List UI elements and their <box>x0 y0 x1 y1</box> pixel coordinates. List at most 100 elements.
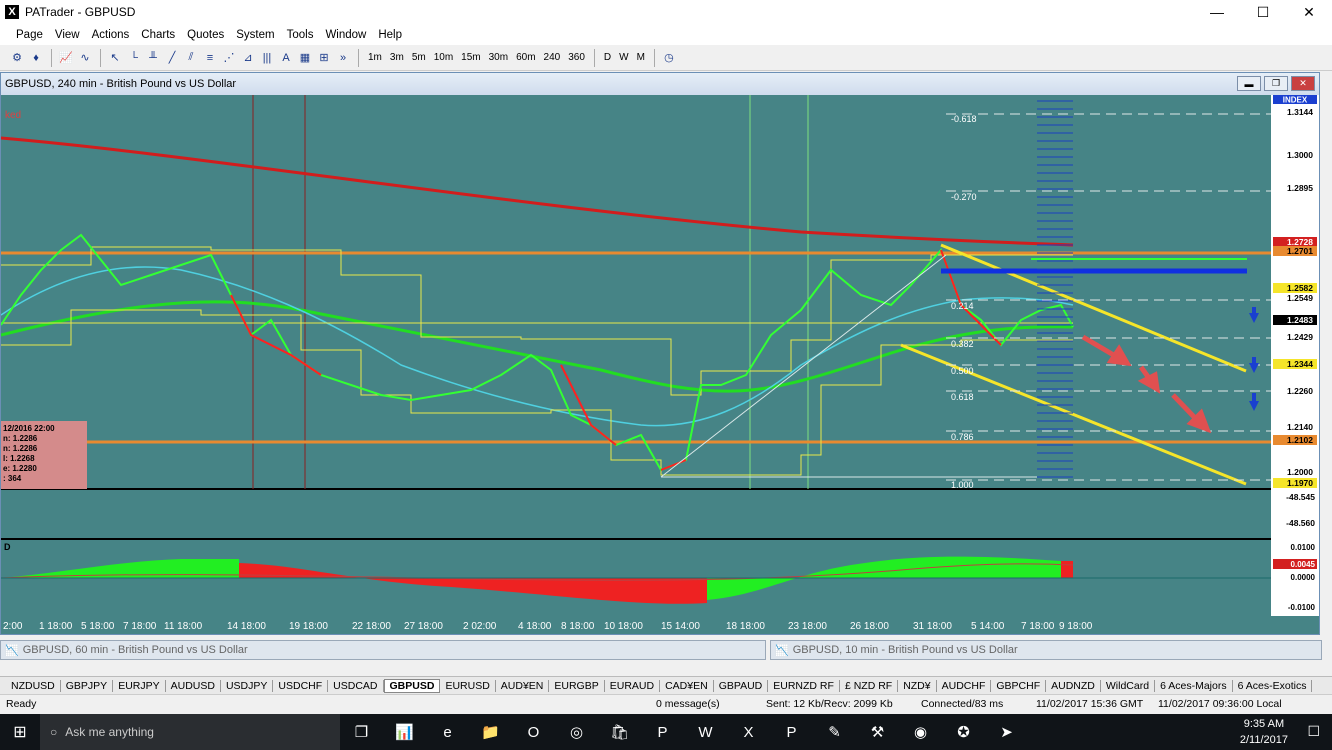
symbol-tab[interactable]: 6 Aces-Exotics <box>1233 679 1313 692</box>
channel-icon[interactable]: ⫽ <box>182 49 200 67</box>
symbol-tab[interactable]: £ NZD RF <box>840 679 899 692</box>
time-label: 31 18:00 <box>913 621 952 632</box>
symbol-tab[interactable]: NZD¥ <box>898 679 937 692</box>
price-label: 1.2582 <box>1287 283 1313 293</box>
chart-close-button[interactable]: ✕ <box>1291 76 1315 91</box>
period-daily[interactable]: D <box>600 52 615 63</box>
time-label: 5 14:00 <box>971 621 1005 632</box>
status-messages[interactable]: 0 message(s) <box>650 698 760 710</box>
timeframe-10m[interactable]: 10m <box>430 52 457 63</box>
menu-tools[interactable]: Tools <box>281 29 320 41</box>
chart-minimize-button[interactable]: ▬ <box>1237 76 1261 91</box>
zoom-icon[interactable]: ◉ <box>899 714 942 750</box>
symbol-tab[interactable]: NZDUSD <box>6 679 61 692</box>
windows-start-icon[interactable]: ⊞ <box>0 722 40 742</box>
symbol-tab[interactable]: EURAUD <box>605 679 661 692</box>
menu-quotes[interactable]: Quotes <box>181 29 230 41</box>
outlook-icon[interactable]: O <box>512 714 555 750</box>
taskbar-clock[interactable]: 9:35 AM 2/11/2017 <box>1240 716 1288 748</box>
timeframe-3m[interactable]: 3m <box>386 52 408 63</box>
maximize-button[interactable]: ☐ <box>1240 0 1286 24</box>
word-icon[interactable]: W <box>684 714 727 750</box>
menu-charts[interactable]: Charts <box>135 29 181 41</box>
cortana-search[interactable]: ○ Ask me anything <box>40 714 340 750</box>
symbol-tab[interactable]: CAD¥EN <box>660 679 714 692</box>
hline-icon[interactable]: ╨ <box>144 49 162 67</box>
period-monthly[interactable]: M <box>633 52 649 63</box>
timeframe-60m[interactable]: 60m <box>512 52 539 63</box>
symbol-tab[interactable]: GBPAUD <box>714 679 769 692</box>
menu-window[interactable]: Window <box>319 29 372 41</box>
symbol-tab[interactable]: GBPCHF <box>991 679 1047 692</box>
subwindow-10min[interactable]: 📉 GBPUSD, 10 min - British Pound vs US D… <box>770 640 1322 660</box>
notes-icon[interactable]: ✎ <box>813 714 856 750</box>
menu-system[interactable]: System <box>230 29 280 41</box>
symbol-tab[interactable]: USDJPY <box>221 679 274 692</box>
symbol-tab[interactable]: WildCard <box>1101 679 1156 692</box>
timeframe-15m[interactable]: 15m <box>457 52 484 63</box>
symbol-tab[interactable]: AUDCHF <box>937 679 992 692</box>
trading-app-icon[interactable]: ✪ <box>942 714 985 750</box>
cycle-icon[interactable]: ||| <box>258 49 276 67</box>
subwindow-60min[interactable]: 📉 GBPUSD, 60 min - British Pound vs US D… <box>0 640 766 660</box>
symbol-tab[interactable]: AUD¥EN <box>496 679 550 692</box>
chrome-icon[interactable]: ◎ <box>555 714 598 750</box>
excel-icon[interactable]: X <box>727 714 770 750</box>
symbol-tab[interactable]: EURGBP <box>549 679 605 692</box>
data-box-line: n: 1.2286 <box>3 434 38 443</box>
patrader-app-icon[interactable]: 📊 <box>383 714 426 750</box>
folder-icon[interactable]: 📁 <box>469 714 512 750</box>
timeframe-5m[interactable]: 5m <box>408 52 430 63</box>
clock-icon[interactable]: ◷ <box>660 49 678 67</box>
trendline-icon[interactable]: ╱ <box>163 49 181 67</box>
symbol-tab[interactable]: EURNZD RF <box>768 679 840 692</box>
chart-icon[interactable]: 📈 <box>57 49 75 67</box>
fib-icon[interactable]: ≡ <box>201 49 219 67</box>
menu-actions[interactable]: Actions <box>86 29 136 41</box>
alert-icon[interactable]: ♦ <box>27 49 45 67</box>
symbol-tab[interactable]: GBPUSD <box>383 678 441 693</box>
more-icon[interactable]: » <box>334 49 352 67</box>
timeframe-1m[interactable]: 1m <box>364 52 386 63</box>
cursor-icon[interactable]: ↖ <box>106 49 124 67</box>
red-app-icon[interactable]: ➤ <box>985 714 1028 750</box>
tree-icon[interactable]: ⚙ <box>8 49 26 67</box>
store-icon[interactable]: 🛍 <box>598 714 641 750</box>
timeframe-30m[interactable]: 30m <box>485 52 512 63</box>
chart-restore-button[interactable]: ❐ <box>1264 76 1288 91</box>
period-weekly[interactable]: W <box>615 52 632 63</box>
symbol-tab[interactable]: EURJPY <box>113 679 166 692</box>
menu-help[interactable]: Help <box>372 29 408 41</box>
notification-icon[interactable]: ☐ <box>1307 723 1320 740</box>
fan-icon[interactable]: ⋰ <box>220 49 238 67</box>
grid-icon[interactable]: ▦ <box>296 49 314 67</box>
indicator-icon[interactable]: ∿ <box>76 49 94 67</box>
price-label: 1.2344 <box>1287 359 1313 369</box>
close-button[interactable]: ✕ <box>1286 0 1332 24</box>
time-axis-labels: 2:00 1 18:00 5 18:00 7 18:00 11 18:00 14 18:0… <box>3 621 1093 632</box>
clock-time: 9:35 AM <box>1243 718 1285 730</box>
text-icon[interactable]: A <box>277 49 295 67</box>
tools-icon[interactable]: ⚒ <box>856 714 899 750</box>
symbol-tab[interactable]: USDCHF <box>273 679 329 692</box>
edge-icon[interactable]: e <box>426 714 469 750</box>
menu-page[interactable]: Page <box>10 29 49 41</box>
powerpoint-icon[interactable]: P <box>770 714 813 750</box>
symbol-tab[interactable]: GBPJPY <box>61 679 114 692</box>
symbol-tab[interactable]: 6 Aces-Majors <box>1155 679 1233 692</box>
symbol-tab[interactable]: AUDNZD <box>1046 679 1101 692</box>
fib-label: 0.786 <box>951 432 974 442</box>
task-view-icon[interactable]: ❐ <box>340 714 383 750</box>
timeframe-240[interactable]: 240 <box>540 52 565 63</box>
menu-view[interactable]: View <box>49 29 86 41</box>
timeframe-360[interactable]: 360 <box>564 52 589 63</box>
symbol-tab[interactable]: EURUSD <box>440 679 496 692</box>
symbol-tab[interactable]: AUDUSD <box>166 679 221 692</box>
publisher-icon[interactable]: P <box>641 714 684 750</box>
zoom-icon[interactable]: ⊞ <box>315 49 333 67</box>
price-chart[interactable]: INDEX 1.31441.30001.28951.27281.27011.25… <box>1 95 1319 634</box>
symbol-tab[interactable]: USDCAD <box>328 679 384 692</box>
gann-icon[interactable]: ⊿ <box>239 49 257 67</box>
minimize-button[interactable]: — <box>1194 0 1240 24</box>
line-icon[interactable]: └ <box>125 49 143 67</box>
